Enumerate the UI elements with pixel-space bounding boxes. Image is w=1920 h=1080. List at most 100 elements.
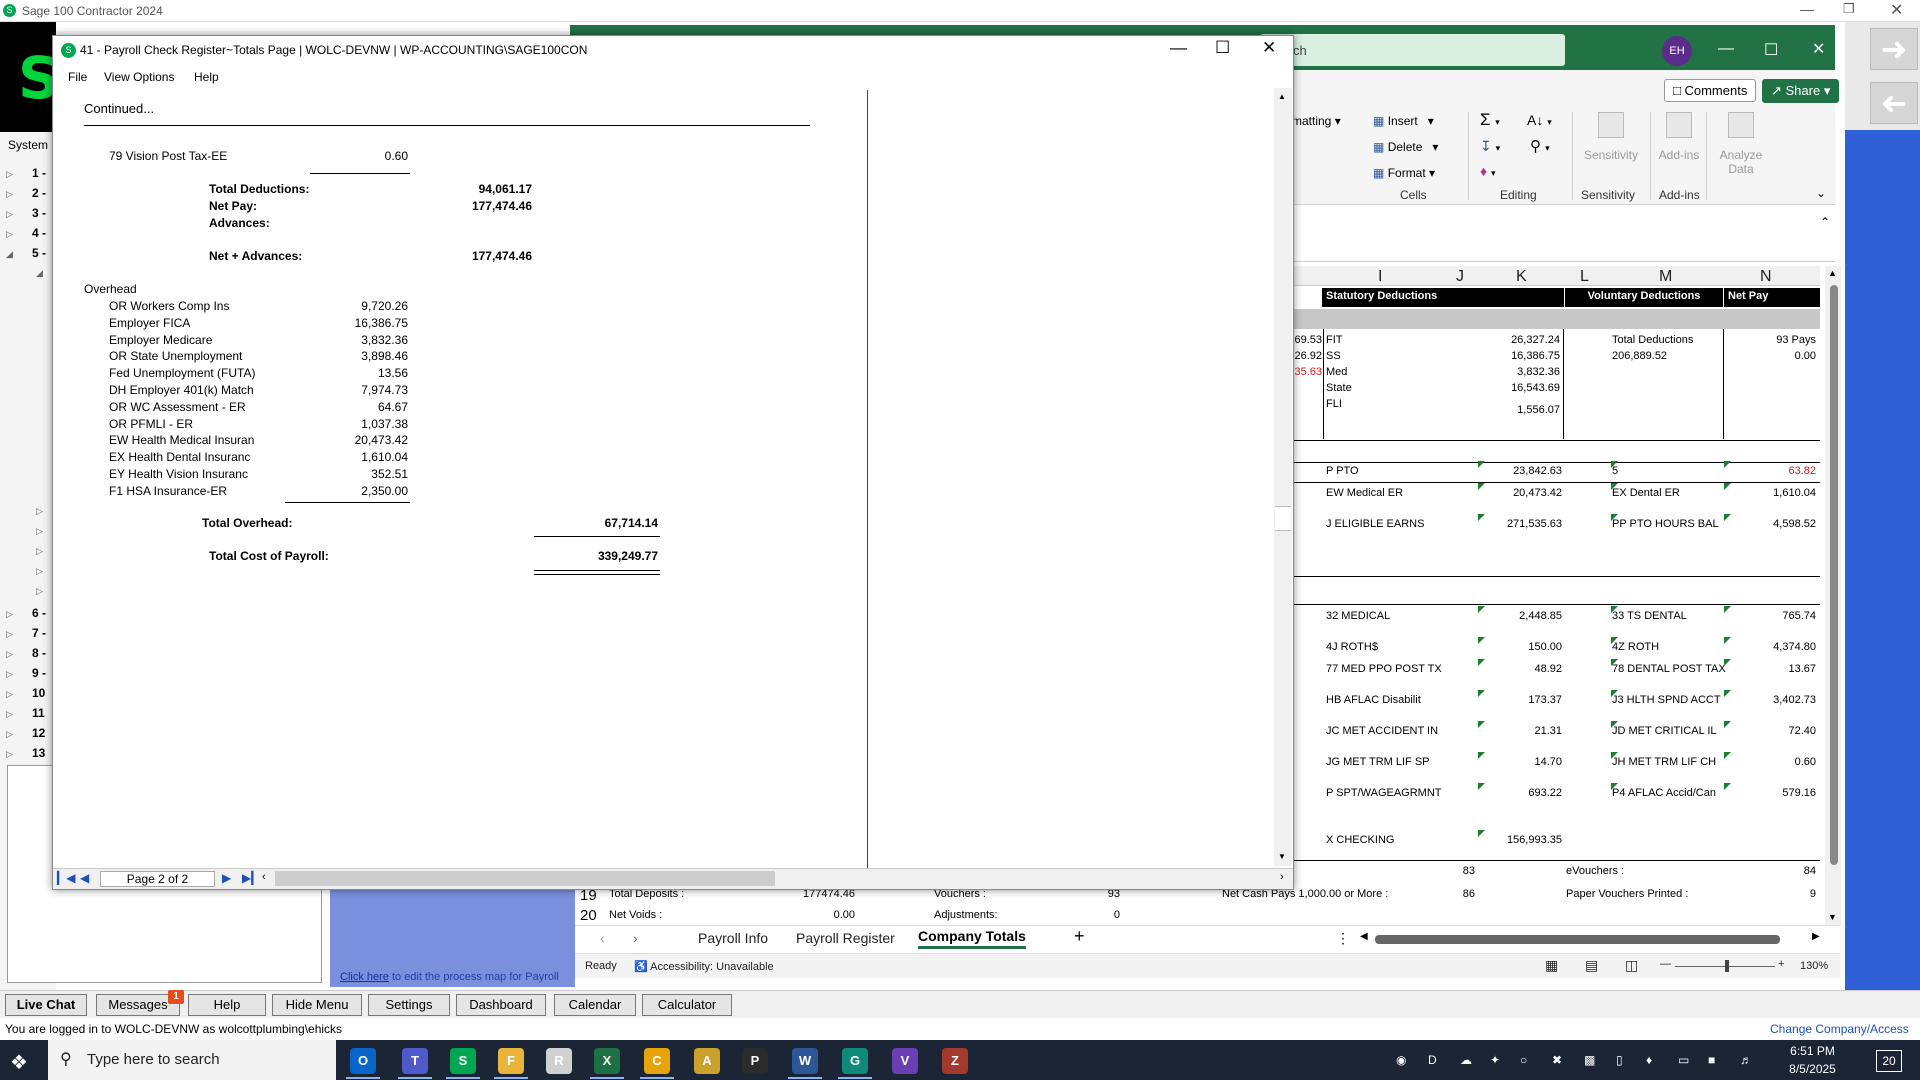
fill-icon[interactable]: ↧ ▾ — [1480, 138, 1500, 155]
system-menu-item[interactable]: 8 - — [32, 646, 46, 660]
prev-page-icon[interactable]: ◀ — [80, 871, 89, 885]
tree-expand-icon[interactable]: ◢ — [6, 249, 13, 260]
winrar-icon[interactable]: Z — [942, 1048, 968, 1074]
tray-icon[interactable]: ▯ — [1616, 1053, 1623, 1067]
tree-expand-icon[interactable]: ▷ — [36, 586, 43, 597]
menu-view-options[interactable]: View Options — [104, 70, 174, 84]
accessibility-status[interactable]: ♿ Accessibility: Unavailable — [634, 960, 774, 973]
tray-icon[interactable]: ☁ — [1460, 1053, 1472, 1067]
tree-expand-icon[interactable]: ▷ — [6, 689, 13, 700]
remote-desktop-icon[interactable]: R — [546, 1048, 572, 1074]
page-indicator[interactable]: Page 2 of 2 — [100, 871, 215, 887]
excel-minimize-button[interactable]: — — [1718, 40, 1734, 58]
tree-expand-icon[interactable]: ▷ — [6, 229, 13, 240]
tree-expand-icon[interactable]: ▷ — [6, 669, 13, 680]
tree-expand-icon[interactable]: ▷ — [36, 566, 43, 577]
formula-expand-icon[interactable]: ⌃ — [1820, 215, 1830, 229]
column-l[interactable]: L — [1580, 268, 1589, 286]
report-hscroll-left-icon[interactable]: ‹ — [262, 871, 266, 883]
menu-help[interactable]: Help — [194, 70, 219, 84]
system-menu-item[interactable]: 1 - — [32, 166, 46, 180]
dashboard-button[interactable]: Dashboard — [456, 994, 546, 1016]
sage-minimize-button[interactable]: — — [1800, 1, 1814, 17]
comments-button[interactable]: □ Comments — [1664, 79, 1757, 102]
zoom-level[interactable]: 130% — [1800, 960, 1828, 972]
scroll-up-icon[interactable]: ▲ — [1828, 268, 1837, 278]
analyze-data-button[interactable]: Analyze Data — [1716, 148, 1766, 176]
table-row[interactable] — [1322, 834, 1820, 850]
avatar[interactable]: EH — [1662, 36, 1692, 66]
excel-horizontal-scroll-thumb[interactable] — [1375, 935, 1780, 944]
report-maximize-button[interactable]: ☐ — [1215, 38, 1230, 58]
first-page-icon[interactable]: ▎◀ — [57, 871, 75, 885]
visual-studio-icon[interactable]: V — [892, 1048, 918, 1074]
tree-expand-icon[interactable]: ▷ — [36, 526, 43, 537]
file-explorer-icon[interactable]: F — [498, 1048, 524, 1074]
tree-expand-icon[interactable]: ▷ — [6, 609, 13, 620]
find-icon[interactable]: ⚲ ▾ — [1530, 137, 1550, 155]
tab-company-totals[interactable]: Company Totals — [918, 928, 1026, 949]
formula-bar[interactable] — [1290, 207, 1835, 262]
prev-sheet-icon[interactable]: ‹ — [600, 930, 605, 946]
system-menu-item[interactable]: 3 - — [32, 206, 46, 220]
process-map-link[interactable]: Click here — [340, 971, 389, 983]
addins-button[interactable]: Add-ins — [1656, 148, 1702, 162]
column-n[interactable]: N — [1760, 268, 1772, 286]
report-vertical-scrollbar[interactable] — [1274, 88, 1292, 866]
system-menu-item[interactable]: 7 - — [32, 626, 46, 640]
system-menu-item[interactable]: 12 — [32, 726, 45, 740]
tree-expand-icon[interactable]: ▷ — [6, 749, 13, 760]
hide-menu-button[interactable]: Hide Menu — [272, 994, 362, 1016]
calculator-button[interactable]: Calculator — [642, 994, 732, 1016]
outlook-icon[interactable]: O — [350, 1048, 376, 1074]
tab-payroll-register[interactable]: Payroll Register — [796, 930, 895, 946]
autosum-icon[interactable]: Σ ▾ — [1480, 110, 1500, 130]
windows-start-icon[interactable]: ❖ — [10, 1050, 28, 1075]
clock-time[interactable]: 6:51 PM — [1775, 1044, 1850, 1058]
back-arrow-button[interactable]: ➜ — [1870, 82, 1918, 124]
change-company-link[interactable]: Change Company/Access — [1770, 1022, 1909, 1036]
battery-icon[interactable]: ▭ — [1678, 1053, 1689, 1067]
live-chat-button[interactable]: Live Chat — [5, 994, 87, 1016]
tree-expand-icon[interactable]: ▷ — [36, 546, 43, 557]
help-button[interactable]: Help — [188, 994, 266, 1016]
report-hscroll-right-icon[interactable]: › — [1280, 871, 1284, 883]
column-m[interactable]: M — [1659, 268, 1672, 286]
chrome-icon[interactable]: C — [644, 1048, 670, 1074]
menu-file[interactable]: File — [68, 70, 87, 84]
tab-payroll-info[interactable]: Payroll Info — [698, 930, 768, 946]
tree-expand-icon[interactable]: ▷ — [6, 209, 13, 220]
tray-icon[interactable]: ✖ — [1552, 1053, 1562, 1067]
system-menu-item[interactable]: 6 - — [32, 606, 46, 620]
tree-expand-icon[interactable]: ▷ — [6, 629, 13, 640]
network-icon[interactable]: ■ — [1708, 1053, 1715, 1067]
zoom-in-icon[interactable]: + — [1778, 958, 1784, 970]
more-options-icon[interactable]: ⋮ — [1336, 930, 1350, 947]
sensitivity-button[interactable]: Sensitivity — [1578, 148, 1644, 162]
sort-filter-icon[interactable]: A↓ ▾ — [1527, 112, 1552, 128]
tray-icon[interactable]: ✦ — [1490, 1053, 1500, 1067]
normal-view-icon[interactable]: ▦ — [1545, 957, 1558, 974]
delete-button[interactable]: ▦ Delete ▾ — [1373, 140, 1438, 154]
excel-icon[interactable]: X — [594, 1048, 620, 1074]
report-vertical-scroll-thumb[interactable] — [1275, 506, 1291, 531]
report-scroll-down-icon[interactable]: ▼ — [1278, 852, 1286, 861]
tree-expand-icon[interactable]: ▷ — [6, 189, 13, 200]
report-close-button[interactable]: ✕ — [1262, 38, 1276, 58]
clear-icon[interactable]: ♦ ▾ — [1480, 163, 1496, 179]
zoom-out-icon[interactable]: — — [1660, 958, 1671, 970]
system-menu-item[interactable]: 11 — [32, 706, 45, 720]
zoom-slider-thumb[interactable] — [1725, 960, 1729, 972]
column-i[interactable]: I — [1378, 268, 1382, 286]
system-menu-item[interactable]: 13 — [32, 746, 45, 760]
page-layout-icon[interactable]: ▤ — [1585, 957, 1598, 974]
share-button[interactable]: ↗ Share ▾ — [1762, 79, 1840, 103]
tree-expand-icon[interactable]: ▷ — [6, 709, 13, 720]
conditional-formatting-button[interactable]: matting ▾ — [1292, 114, 1341, 128]
word-icon[interactable]: W — [792, 1048, 818, 1074]
column-k[interactable]: K — [1516, 268, 1527, 286]
page-break-icon[interactable]: ◫ — [1625, 957, 1638, 974]
acrobat-icon[interactable]: P — [742, 1048, 768, 1074]
scroll-down-icon[interactable]: ▼ — [1828, 912, 1837, 922]
notifications-icon[interactable]: 20 — [1876, 1050, 1902, 1072]
